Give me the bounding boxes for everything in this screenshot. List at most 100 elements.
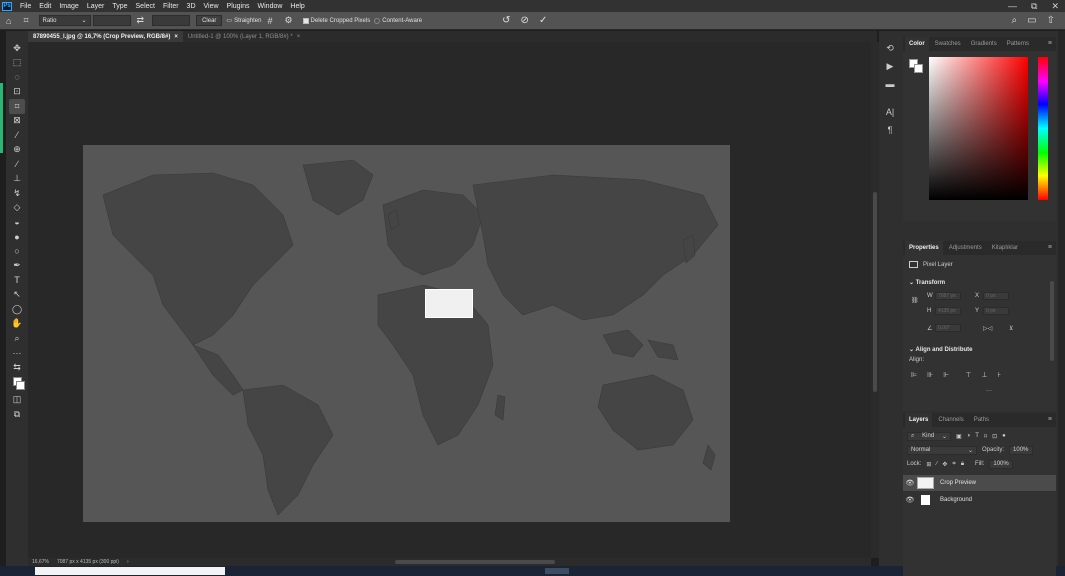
screen-mode-icon[interactable]: ⧉ (9, 407, 25, 422)
align-right-icon[interactable]: ⊩ (943, 371, 949, 379)
filter-adjustment-icon[interactable]: ◑ (967, 433, 971, 439)
angle-field[interactable]: 0,00° (935, 324, 961, 332)
tab-color[interactable]: Color (905, 37, 929, 51)
tab-properties[interactable]: Properties (905, 241, 943, 255)
filter-toggle-icon[interactable]: ● (1002, 433, 1006, 439)
minimize-icon[interactable]: — (1008, 1, 1017, 11)
menu-image[interactable]: Image (55, 3, 82, 10)
paragraph-panel-icon[interactable]: ¶ (883, 123, 897, 137)
tab-channels[interactable]: Channels (934, 413, 967, 427)
link-icon[interactable]: ⛓ (911, 297, 919, 304)
shape-tool-icon[interactable]: ◯ (9, 302, 25, 317)
more-options-icon[interactable]: ··· (986, 388, 992, 394)
crop-settings-gear-icon[interactable]: ⚙ (284, 15, 292, 26)
lock-transparent-icon[interactable]: ⊞ (926, 461, 931, 468)
straighten-button[interactable]: ▭ Straighten (226, 17, 261, 25)
zoom-level[interactable]: 16,67% (32, 559, 49, 565)
tab-patterns[interactable]: Patterns (1003, 37, 1033, 51)
canvas-area[interactable] (28, 42, 871, 558)
menu-window[interactable]: Window (254, 3, 287, 10)
tab-swatches[interactable]: Swatches (931, 37, 965, 51)
eraser-tool-icon[interactable]: ◇ (9, 201, 25, 216)
close-icon[interactable]: × (297, 34, 301, 40)
align-middle-icon[interactable]: ⊥ (981, 371, 987, 379)
flip-vertical-icon[interactable]: ⊻ (1009, 325, 1013, 332)
home-icon[interactable]: ⌂ (6, 16, 11, 26)
lock-position-icon[interactable]: ✥ (942, 461, 947, 468)
more-tools-icon[interactable]: ··· (9, 346, 25, 361)
search-icon[interactable]: ⌕ (1012, 15, 1018, 26)
filter-pixel-icon[interactable]: ▣ (956, 433, 962, 440)
menu-plugins[interactable]: Plugins (223, 3, 254, 10)
crop-tool-icon[interactable]: ⌗ (23, 15, 28, 26)
stamp-tool-icon[interactable]: ⊥ (9, 172, 25, 187)
frame-tool-icon[interactable]: ⊠ (9, 114, 25, 129)
tab-gradients[interactable]: Gradients (967, 37, 1001, 51)
pen-tool-icon[interactable]: ✒ (9, 259, 25, 274)
y-field[interactable]: 0 px (983, 307, 1009, 315)
eye-icon[interactable]: 👁︎ (903, 479, 917, 487)
path-select-tool-icon[interactable]: ↖ (9, 288, 25, 303)
crop-tool-icon[interactable]: ⌗ (9, 99, 25, 114)
menu-layer[interactable]: Layer (83, 3, 109, 10)
layer-row-crop-preview[interactable]: 👁︎ Crop Preview (903, 475, 1056, 491)
tab-paths[interactable]: Paths (970, 413, 993, 427)
close-icon[interactable]: × (174, 34, 178, 40)
photoshop-logo-icon[interactable]: Ps (2, 1, 12, 11)
align-bottom-icon[interactable]: ⊦ (998, 371, 1002, 379)
quick-mask-icon[interactable]: ◫ (9, 393, 25, 408)
lock-all-icon[interactable]: 🔒︎ (961, 461, 964, 468)
lasso-tool-icon[interactable]: ◌ (9, 70, 25, 85)
background-color-chip[interactable] (914, 64, 923, 73)
filter-type-icon[interactable]: T (975, 433, 979, 439)
zoom-tool-icon[interactable]: ⌕ (9, 331, 25, 346)
horizontal-scroll-thumb[interactable] (395, 560, 555, 564)
eye-icon[interactable]: 👁︎ (903, 496, 917, 504)
tab-libraries[interactable]: Kitaplıklar (988, 241, 1022, 255)
document-canvas[interactable] (83, 145, 730, 522)
blend-mode-select[interactable]: Normal ⌄ (907, 445, 977, 455)
flip-horizontal-icon[interactable]: ▷◁ (983, 325, 992, 332)
overlay-grid-icon[interactable]: # (267, 16, 272, 26)
share-icon[interactable]: ⇧ (1047, 15, 1055, 26)
hue-slider[interactable] (1038, 57, 1048, 200)
panel-menu-icon[interactable]: ≡ (1048, 244, 1052, 251)
lock-artboard-icon[interactable]: ⌗ (952, 461, 955, 468)
marquee-tool-icon[interactable]: ⬚ (9, 56, 25, 71)
x-field[interactable]: 0 px (983, 292, 1009, 300)
default-colors-icon[interactable]: ⇆ (9, 360, 25, 375)
horizontal-scrollbar[interactable] (160, 558, 871, 566)
healing-brush-tool-icon[interactable]: ⊕ (9, 143, 25, 158)
crop-preview-thumbnail[interactable] (425, 289, 473, 318)
move-tool-icon[interactable]: ✥ (9, 41, 25, 56)
ratio-select[interactable]: Ratio ⌄ (38, 15, 91, 26)
color-picker-field[interactable] (929, 57, 1028, 200)
status-arrow-icon[interactable]: › (127, 559, 129, 565)
character-panel-icon[interactable]: A| (883, 105, 897, 119)
type-tool-icon[interactable]: T (9, 273, 25, 288)
tab-document-untitled[interactable]: Untitled-1 @ 100% (Layer 1, RGB/8#) * × (183, 31, 305, 42)
align-section[interactable]: ⌄ Align and Distribute (909, 346, 972, 353)
cancel-icon[interactable]: ⊘ (521, 15, 529, 26)
menu-3d[interactable]: 3D (183, 3, 200, 10)
menu-type[interactable]: Type (108, 3, 131, 10)
layer-kind-filter[interactable]: ⌕ Kind ⌄ (907, 431, 951, 441)
align-center-icon[interactable]: ⊪ (927, 371, 933, 379)
fill-field[interactable]: 100% (989, 459, 1014, 469)
restore-icon[interactable]: ⧉ (1031, 1, 1037, 12)
comments-icon[interactable]: ▬ (883, 77, 897, 91)
lock-pixels-icon[interactable]: ∕ (936, 461, 937, 467)
ratio-height-field[interactable] (152, 15, 191, 26)
menu-help[interactable]: Help (286, 3, 308, 10)
swap-icon[interactable]: ⇄ (137, 15, 145, 26)
content-aware-checkbox[interactable]: Content-Aware (374, 17, 422, 24)
transform-section[interactable]: ⌄ Transform (909, 279, 945, 286)
filter-shape-icon[interactable]: ⌑ (984, 433, 987, 440)
color-swatches[interactable] (9, 375, 25, 393)
menu-filter[interactable]: Filter (159, 3, 183, 10)
panel-menu-icon[interactable]: ≡ (1048, 40, 1052, 47)
history-brush-tool-icon[interactable]: ↯ (9, 186, 25, 201)
history-panel-icon[interactable]: ⟲ (883, 41, 897, 55)
layer-row-background[interactable]: 👁︎ Background (903, 492, 1056, 508)
close-window-icon[interactable]: ✕ (1051, 1, 1059, 12)
